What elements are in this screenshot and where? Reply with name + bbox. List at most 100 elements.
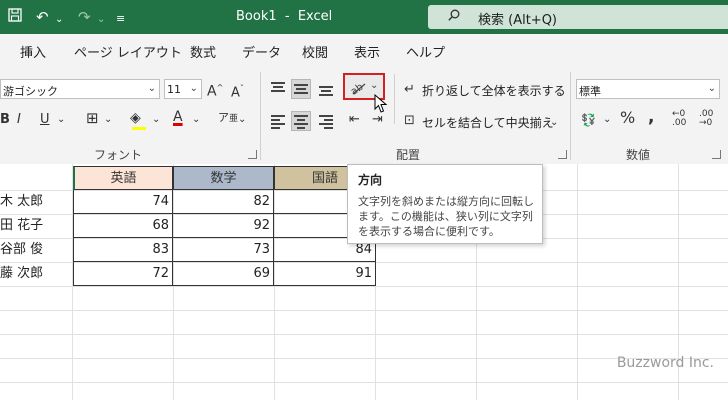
font-dialog-launcher-icon[interactable] — [248, 150, 257, 159]
score-cell[interactable]: 83 — [73, 238, 173, 262]
tab-page-layout[interactable]: ページ レイアウト — [74, 42, 182, 61]
tooltip-line: を表示する場合に便利です。 — [358, 225, 500, 238]
redo-dropdown-icon[interactable]: ⌄ — [97, 11, 105, 29]
chevron-down-icon: ⌄ — [147, 83, 156, 94]
font-name-value: 游ゴシック — [3, 85, 58, 98]
save-icon[interactable] — [8, 8, 22, 26]
orientation-tooltip: 方向 文字列を斜めまたは縦方向に回転し ます。この機能は、狭い列に文字列 を表示… — [347, 164, 543, 244]
decrease-decimal-icon[interactable]: .00 →0 — [699, 110, 713, 128]
chevron-down-icon[interactable]: ⌄ — [152, 112, 160, 128]
decrease-indent-icon[interactable]: ⇤ — [349, 112, 360, 128]
tooltip-line: ます。この機能は、狭い列に文字列 — [358, 210, 533, 223]
ribbon-tabs: 挿入 ページ レイアウト 数式 データ 校閲 表示 ヘルプ — [0, 34, 728, 66]
watermark: Buzzword Inc. — [616, 355, 714, 371]
score-cell[interactable]: 73 — [173, 238, 274, 262]
tab-insert[interactable]: 挿入 — [20, 42, 46, 61]
chevron-down-icon[interactable]: ⌄ — [238, 112, 246, 128]
increase-font-size-icon[interactable]: A^ — [207, 80, 223, 100]
row-gridline — [0, 286, 728, 287]
header-cell-math[interactable]: 数学 — [173, 166, 274, 190]
font-size-value: 11 — [167, 83, 181, 96]
group-separator — [394, 74, 395, 124]
tooltip-title: 方向 — [358, 173, 383, 187]
row-gridline — [0, 382, 728, 383]
name-cell[interactable]: 田 花子 — [0, 214, 72, 238]
currency-format-icon[interactable]: 💱 — [581, 112, 596, 128]
customize-toolbar-icon[interactable]: ≡ — [116, 10, 125, 28]
font-size-select[interactable]: 11 ⌄ — [164, 79, 202, 99]
tab-help[interactable]: ヘルプ — [406, 42, 445, 61]
name-cell[interactable]: 木 太郎 — [0, 190, 72, 214]
border-icon[interactable]: ⊞ — [86, 110, 99, 126]
name-cell[interactable]: 谷部 俊 — [0, 238, 72, 262]
increase-decimal-icon[interactable]: ←0.00 — [672, 110, 686, 128]
font-group-label: フォント — [94, 148, 143, 162]
score-cell[interactable]: 69 — [173, 262, 274, 286]
merge-center-icon: ⊡ — [404, 113, 415, 128]
bold-icon[interactable]: B — [0, 112, 10, 128]
merge-center-button[interactable]: セルを結合して中央揃え — [422, 114, 554, 131]
fill-color-swatch — [132, 127, 146, 130]
score-cell[interactable]: 68 — [73, 214, 173, 238]
header-cell-english[interactable]: 英語 — [73, 166, 173, 190]
chevron-down-icon: ⌄ — [189, 83, 198, 94]
chevron-down-icon: ⌄ — [707, 83, 716, 94]
align-left-icon[interactable] — [271, 115, 285, 129]
number-format-select[interactable]: 標準 ⌄ — [576, 79, 720, 99]
redo-icon[interactable]: ↷ — [78, 8, 91, 26]
fill-color-icon[interactable]: ◈ — [130, 110, 141, 126]
number-format-value: 標準 — [579, 85, 601, 98]
number-dialog-launcher-icon[interactable] — [712, 150, 721, 159]
score-cell[interactable]: 72 — [73, 262, 173, 286]
number-group-label: 数値 — [626, 148, 651, 162]
search-icon — [448, 9, 460, 21]
tab-view[interactable]: 表示 — [354, 42, 380, 61]
chevron-down-icon[interactable]: ⌄ — [192, 112, 200, 128]
wrap-text-button[interactable]: 折り返して全体を表示する — [422, 82, 566, 99]
align-center-icon — [294, 115, 308, 129]
font-name-select[interactable]: 游ゴシック ⌄ — [0, 79, 160, 99]
score-cell[interactable]: 74 — [73, 190, 173, 214]
align-right-icon[interactable] — [319, 115, 333, 129]
column-gridline — [577, 164, 578, 400]
tooltip-line: 文字列を斜めまたは縦方向に回転し — [358, 195, 534, 208]
row-gridline — [0, 310, 728, 311]
alignment-dialog-launcher-icon[interactable] — [558, 150, 567, 159]
title-bar: ↶ ⌄ ↷ ⌄ ≡ Book1 - Excel 検索 (Alt+Q) — [0, 0, 728, 34]
chevron-down-icon[interactable]: ⌄ — [550, 115, 558, 131]
score-cell[interactable]: 91 — [274, 262, 376, 286]
search-placeholder: 検索 (Alt+Q) — [478, 13, 558, 28]
document-title: Book1 - Excel — [236, 9, 333, 24]
row-gridline — [0, 334, 728, 335]
font-color-icon[interactable]: A — [173, 109, 183, 125]
group-separator — [570, 72, 571, 160]
tab-review[interactable]: 校閲 — [302, 42, 328, 61]
comma-style-icon[interactable]: , — [648, 109, 654, 126]
orientation-icon: ab — [349, 82, 366, 96]
align-middle-icon — [294, 83, 308, 95]
underline-icon[interactable]: U — [40, 112, 50, 128]
chevron-down-icon[interactable]: ⌄ — [603, 112, 611, 128]
score-cell[interactable]: 92 — [173, 214, 274, 238]
align-top-icon[interactable] — [271, 82, 285, 94]
tab-data[interactable]: データ — [242, 42, 281, 61]
decrease-font-size-icon[interactable]: Aˇ — [231, 81, 244, 101]
undo-dropdown-icon[interactable]: ⌄ — [55, 11, 63, 29]
group-separator — [260, 72, 261, 160]
alignment-group-label: 配置 — [396, 148, 421, 162]
wrap-text-icon: ↵ — [404, 82, 415, 97]
score-cell[interactable]: 82 — [173, 190, 274, 214]
increase-indent-icon[interactable]: ⇥ — [372, 112, 383, 128]
name-cell[interactable]: 藤 次郎 — [0, 262, 72, 286]
align-bottom-icon[interactable] — [319, 84, 333, 96]
italic-icon[interactable]: I — [17, 112, 21, 128]
percent-style-icon[interactable]: % — [620, 110, 635, 126]
phonetic-guide-icon[interactable]: ア亜 — [218, 110, 238, 127]
chevron-down-icon[interactable]: ⌄ — [104, 112, 112, 128]
undo-icon[interactable]: ↶ — [36, 8, 49, 26]
chevron-down-icon: ⌄ — [370, 80, 379, 91]
chevron-down-icon[interactable]: ⌄ — [57, 112, 65, 128]
search-box[interactable]: 検索 (Alt+Q) — [428, 5, 728, 29]
tab-formulas[interactable]: 数式 — [190, 42, 216, 61]
svg-text:ab: ab — [349, 82, 366, 96]
